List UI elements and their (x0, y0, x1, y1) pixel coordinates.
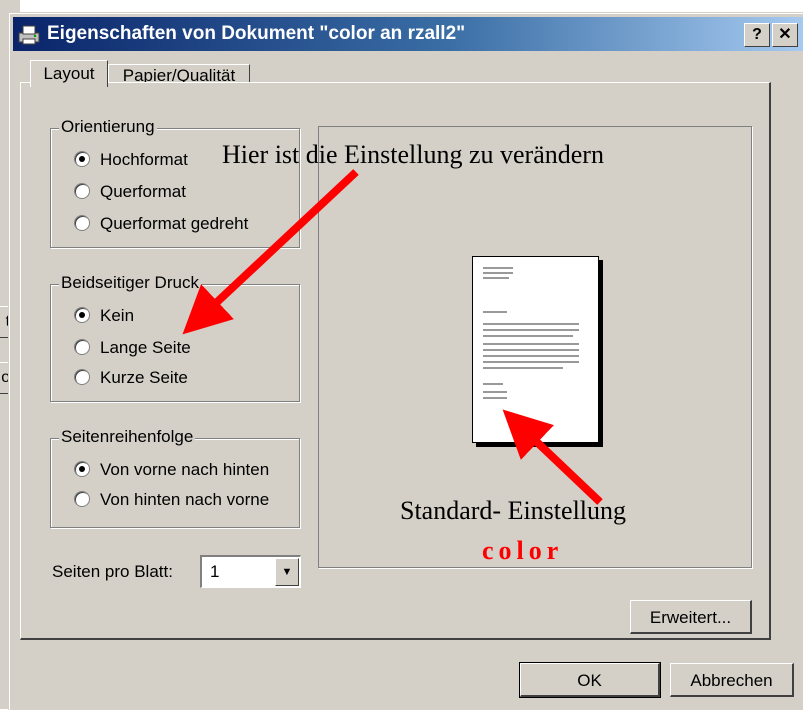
window-title: Eigenschaften von Dokument "color an rza… (47, 23, 466, 44)
radio-icon (74, 369, 90, 385)
radio-label: Von vorne nach hinten (100, 460, 270, 479)
radio-vorne-nach-hinten[interactable]: Von vorne nach hinten (74, 460, 269, 480)
printer-icon (18, 25, 40, 45)
radio-lange-seite[interactable]: Lange Seite (74, 338, 191, 358)
radio-selected-icon (74, 151, 90, 167)
radio-kurze-seite[interactable]: Kurze Seite (74, 368, 188, 388)
pages-per-sheet-label: Seiten pro Blatt: (52, 562, 173, 581)
radio-label: Querformat (100, 182, 186, 201)
pages-per-sheet-value: 1 (210, 562, 220, 581)
radio-querformat[interactable]: Querformat (74, 182, 186, 202)
radio-icon (74, 339, 90, 355)
radio-selected-icon (74, 307, 90, 323)
help-button[interactable]: ? (744, 23, 770, 47)
tab-layout-label: Layout (43, 64, 95, 83)
cancel-button[interactable]: Abbrechen (670, 663, 794, 697)
close-button[interactable]: ✕ (772, 23, 798, 47)
radio-label: Kein (100, 306, 135, 325)
page-order-legend: Seitenreihenfolge (59, 427, 196, 447)
radio-hinten-nach-vorne[interactable]: Von hinten nach vorne (74, 490, 269, 510)
duplex-legend: Beidseitiger Druck (59, 273, 201, 293)
radio-icon (74, 183, 90, 199)
radio-icon (74, 215, 90, 231)
radio-label: Hochformat (100, 150, 188, 169)
radio-label: Von hinten nach vorne (100, 490, 270, 509)
pages-per-sheet-select[interactable]: 1 ▼ (200, 555, 301, 588)
radio-selected-icon (74, 461, 90, 477)
tab-layout[interactable]: Layout (30, 60, 108, 87)
radio-label: Querformat gedreht (100, 214, 249, 233)
chevron-down-icon[interactable]: ▼ (275, 558, 299, 586)
annotation-color: color (482, 536, 564, 565)
radio-label: Lange Seite (100, 338, 191, 357)
advanced-button[interactable]: Erweitert... (630, 600, 752, 634)
annotation-bottom: Standard- Einstellung (400, 496, 627, 525)
radio-kein[interactable]: Kein (74, 306, 134, 326)
radio-hochformat[interactable]: Hochformat (74, 150, 188, 170)
radio-icon (74, 491, 90, 507)
radio-label: Kurze Seite (100, 368, 188, 387)
orientation-legend: Orientierung (59, 117, 157, 137)
radio-querformat-gedreht[interactable]: Querformat gedreht (74, 214, 248, 234)
page-order-group: Seitenreihenfolge (50, 427, 300, 528)
ok-button[interactable]: OK (519, 662, 661, 698)
title-bar[interactable]: Eigenschaften von Dokument "color an rza… (13, 17, 803, 51)
annotation-top: Hier ist die Einstellung zu verändern (222, 140, 604, 169)
page-preview-document (472, 256, 599, 443)
